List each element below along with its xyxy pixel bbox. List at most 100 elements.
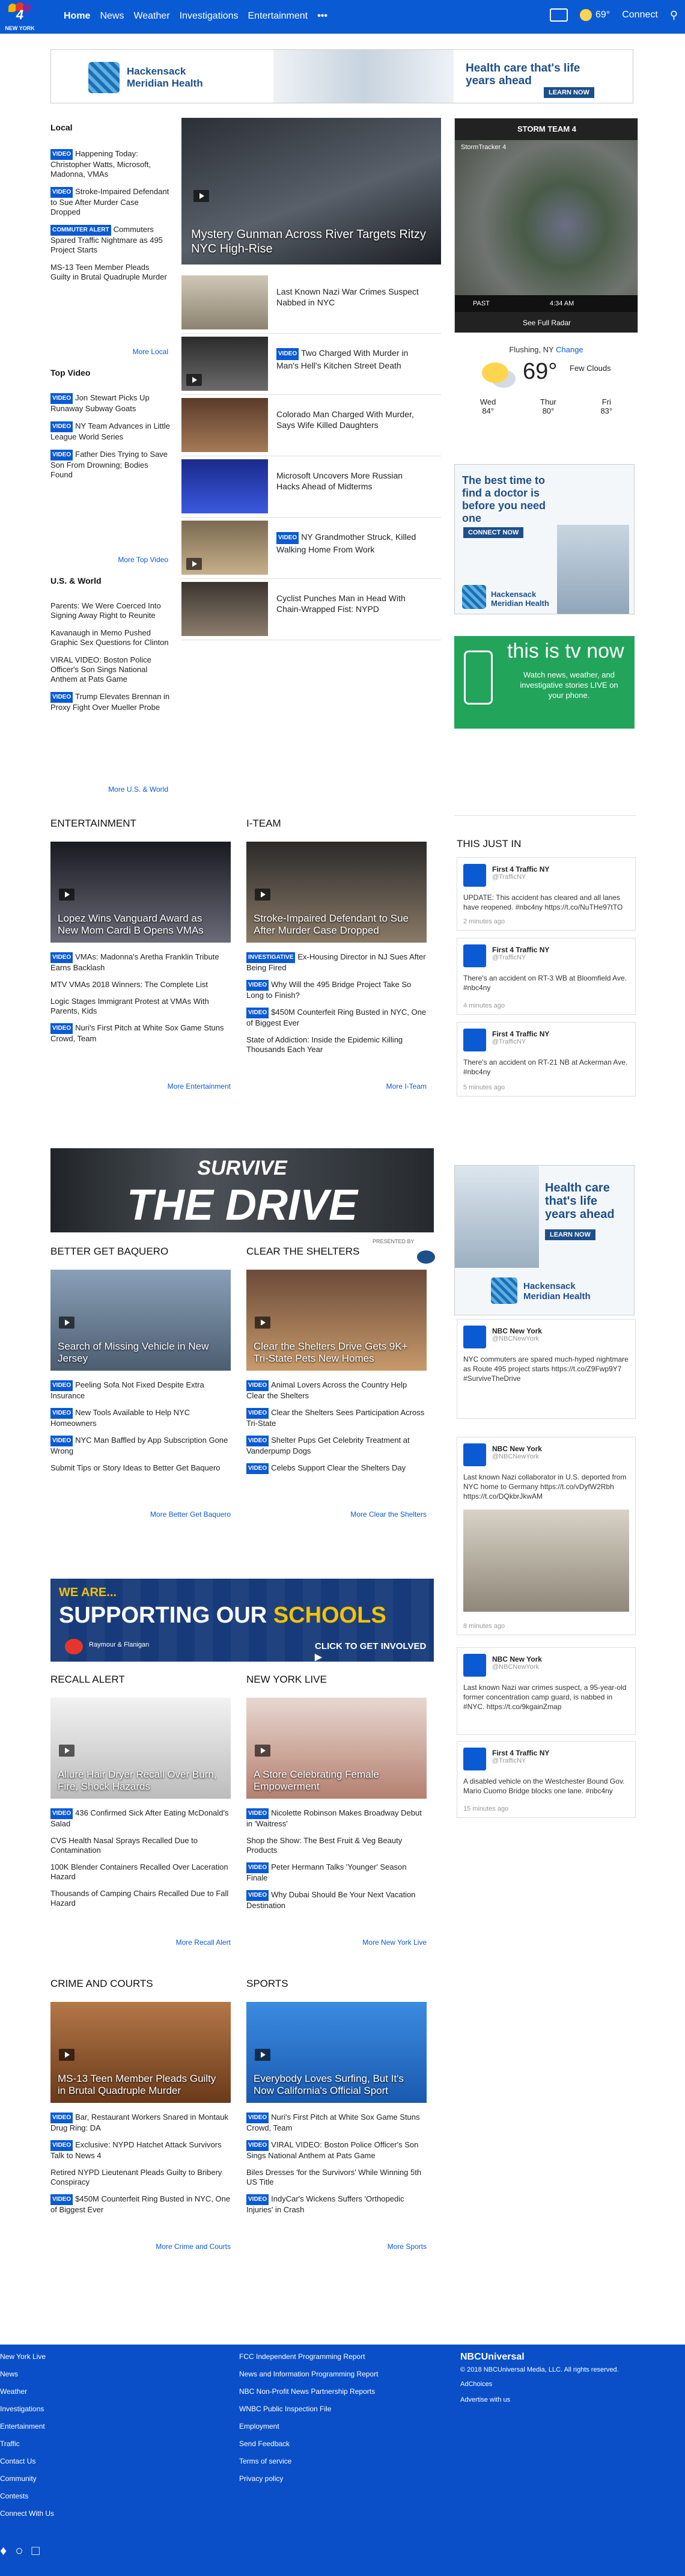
survive-the-drive-banner[interactable]: SURVIVE THE DRIVE bbox=[50, 1148, 434, 1232]
tweet-author[interactable]: NBC New York bbox=[492, 1327, 542, 1335]
list-item[interactable]: VIDEO Why Will the 495 Bridge Project Tak… bbox=[246, 980, 427, 1000]
ent-lead-story[interactable]: Lopez Wins Vanguard Award as New Mom Car… bbox=[50, 842, 231, 943]
more-us-world-link[interactable]: More U.S. & World bbox=[50, 785, 168, 794]
schools-banner[interactable]: WE ARE... SUPPORTING OUR SCHOOLS Raymour… bbox=[50, 1579, 434, 1662]
tweet-card[interactable]: First 4 Traffic NY @TrafficNY UPDATE: This… bbox=[457, 857, 636, 931]
footer-link[interactable]: Investigations bbox=[0, 2400, 54, 2418]
list-item[interactable]: VIDEO Nuri's First Pitch at White Sox Gam… bbox=[246, 2113, 427, 2133]
shelters-lead-story[interactable]: Clear the Shelters Drive Gets 9K+ Tri-St… bbox=[246, 1270, 427, 1371]
tweet-handle[interactable]: @NBCNewYork bbox=[492, 1663, 539, 1671]
list-item[interactable]: Submit Tips or Story Ideas to Better Get… bbox=[50, 1463, 231, 1473]
list-item[interactable]: Parents: We Were Coerced Into Signing Aw… bbox=[50, 601, 171, 620]
footer-link[interactable]: News and Information Programming Report bbox=[239, 2366, 378, 2383]
radar-widget[interactable]: STORM TEAM 4 StormTracker 4 PAST 4:34 AM … bbox=[454, 118, 638, 333]
list-item[interactable]: VIDEO Bar, Restaurant Workers Snared in M… bbox=[50, 2113, 231, 2133]
nav-entertainment[interactable]: Entertainment bbox=[248, 11, 308, 22]
footer-link[interactable]: Contact Us bbox=[0, 2453, 54, 2470]
recall-lead-story[interactable]: Allure Hair Dryer Recall Over Burn, Fire… bbox=[50, 1698, 231, 1799]
list-item[interactable]: VIDEO $450M Counterfeit Ring Busted in NY… bbox=[50, 2194, 231, 2215]
list-item[interactable]: VIDEO Clear the Shelters Sees Participati… bbox=[246, 1408, 427, 1428]
connect-button[interactable]: Connect bbox=[622, 10, 658, 20]
doctor-ad[interactable]: The best time to find a doctor is before… bbox=[454, 464, 635, 614]
list-item[interactable]: VIDEO Why Dubai Should Be Your Next Vacat… bbox=[246, 1890, 427, 1911]
list-item[interactable]: VIDEO Father Dies Trying to Save Son From… bbox=[50, 450, 171, 480]
footer-link[interactable]: Connect With Us bbox=[0, 2505, 54, 2522]
footer-link[interactable]: Weather bbox=[0, 2383, 54, 2400]
twitter-icon[interactable]: ♦ bbox=[0, 2543, 7, 2559]
list-item[interactable]: VIDEO Stroke-Impaired Defendant to Sue Af… bbox=[50, 187, 171, 217]
list-item[interactable]: VIDEO Shelter Pups Get Celebrity Treatmen… bbox=[246, 1436, 427, 1456]
tweet-handle[interactable]: @TrafficNY bbox=[492, 1757, 526, 1764]
story-row[interactable]: Cyclist Punches Man in Head With Chain-W… bbox=[181, 582, 421, 636]
story-row[interactable]: Last Known Nazi War Crimes Suspect Nabbe… bbox=[181, 275, 421, 329]
tweet-card[interactable]: NBC New York @NBCNewYork Last known Nazi c… bbox=[457, 1437, 636, 1635]
lead-story[interactable]: Mystery Gunman Across River Targets Ritz… bbox=[181, 118, 441, 265]
nylive-section-title[interactable]: NEW YORK LIVE bbox=[246, 1674, 327, 1686]
footer-link[interactable]: Contests bbox=[0, 2488, 54, 2505]
footer-link[interactable]: Employment bbox=[239, 2418, 378, 2435]
footer-link[interactable]: Send Feedback bbox=[239, 2435, 378, 2453]
top-banner-ad[interactable]: Hackensack Meridian Health Health care t… bbox=[50, 49, 633, 103]
footer-link[interactable]: Privacy policy bbox=[239, 2470, 378, 2488]
search-icon[interactable]: ⚲ bbox=[670, 9, 678, 22]
instagram-icon[interactable]: ○ bbox=[15, 2543, 23, 2559]
footer-link[interactable]: Entertainment bbox=[0, 2418, 54, 2435]
list-item[interactable]: Logic Stages Immigrant Protest at VMAs W… bbox=[50, 997, 231, 1016]
footer-link[interactable]: FCC Independent Programming Report bbox=[239, 2348, 378, 2366]
tweet-handle[interactable]: @TrafficNY bbox=[492, 873, 526, 881]
shelters-section-title[interactable]: CLEAR THE SHELTERS bbox=[246, 1246, 359, 1258]
tweet-card[interactable]: First 4 Traffic NY @TrafficNY There's an a… bbox=[457, 938, 636, 1015]
nbc4-logo[interactable]: 4 NEW YORK bbox=[5, 2, 35, 31]
nav-news[interactable]: News bbox=[100, 11, 124, 22]
advertise-link[interactable]: Advertise with us bbox=[460, 2396, 510, 2403]
crime-more-link[interactable]: More Crime and Courts bbox=[50, 2242, 231, 2251]
nav-weather[interactable]: Weather bbox=[133, 11, 169, 22]
list-item[interactable]: Kavanaugh in Memo Pushed Graphic Sex Que… bbox=[50, 628, 171, 647]
more-top-video-link[interactable]: More Top Video bbox=[50, 555, 168, 564]
radar-timeline[interactable]: PAST 4:34 AM bbox=[455, 295, 638, 312]
list-item[interactable]: Biles Dresses 'for the Survivors' While … bbox=[246, 2168, 427, 2187]
adchoices-link[interactable]: AdChoices bbox=[460, 2381, 492, 2388]
nylive-lead-story[interactable]: A Store Celebrating Female Empowerment bbox=[246, 1698, 427, 1799]
tweet-author[interactable]: First 4 Traffic NY bbox=[492, 865, 549, 873]
nbcuniversal-logo[interactable]: NBCUniversal bbox=[460, 2352, 525, 2363]
recall-more-link[interactable]: More Recall Alert bbox=[50, 1938, 231, 1947]
list-item[interactable]: VIDEO VMAs: Madonna's Aretha Franklin Tri… bbox=[50, 952, 231, 973]
footer-link[interactable]: WNBC Public Inspection File bbox=[239, 2400, 378, 2418]
list-item[interactable]: VIDEO NYC Man Baffled by App Subscription… bbox=[50, 1436, 231, 1456]
tweet-author[interactable]: NBC New York bbox=[492, 1445, 542, 1453]
list-item[interactable]: Shop the Show: The Best Fruit & Veg Beau… bbox=[246, 1836, 427, 1855]
list-item[interactable]: VIDEO Peeling Sofa Not Fixed Despite Extr… bbox=[50, 1380, 231, 1401]
list-item[interactable]: Retired NYPD Lieutenant Pleads Guilty to… bbox=[50, 2168, 231, 2187]
shelters-more-link[interactable]: More Clear the Shelters bbox=[246, 1510, 427, 1519]
see-full-radar-link[interactable]: See Full Radar bbox=[455, 313, 638, 332]
footer-link[interactable]: New York Live bbox=[0, 2348, 54, 2366]
tweet-author[interactable]: First 4 Traffic NY bbox=[492, 1030, 549, 1038]
change-location-link[interactable]: Change bbox=[556, 345, 583, 354]
baquero-section-title[interactable]: BETTER GET BAQUERO bbox=[50, 1246, 168, 1258]
ad-cta-button[interactable]: LEARN NOW bbox=[544, 87, 594, 98]
tweet-handle[interactable]: @NBCNewYork bbox=[492, 1453, 539, 1460]
tv-now-ad[interactable]: this is tv now Watch news, weather, and … bbox=[454, 636, 635, 729]
ad-cta-button[interactable]: LEARN NOW bbox=[545, 1229, 595, 1240]
tweet-handle[interactable]: @TrafficNY bbox=[492, 1038, 526, 1045]
list-item[interactable]: VIDEO VIRAL VIDEO: Boston Police Officer'… bbox=[246, 2140, 427, 2161]
list-item[interactable]: COMMUTER ALERT Commuters Spared Traffic N… bbox=[50, 225, 171, 255]
nylive-more-link[interactable]: More New York Live bbox=[246, 1938, 427, 1947]
tweet-handle[interactable]: @NBCNewYork bbox=[492, 1335, 539, 1342]
sponsor-logo[interactable] bbox=[417, 1250, 435, 1264]
tv-icon[interactable] bbox=[550, 8, 568, 22]
iteam-section-title[interactable]: I-TEAM bbox=[246, 818, 281, 830]
list-item[interactable]: VIDEO Nuri's First Pitch at White Sox Gam… bbox=[50, 1023, 231, 1044]
list-item[interactable]: VIDEO Nicolette Robinson Makes Broadway D… bbox=[246, 1808, 427, 1829]
iteam-lead-story[interactable]: Stroke-Impaired Defendant to Sue After M… bbox=[246, 842, 427, 943]
list-item[interactable]: VIDEO Exclusive: NYPD Hatchet Attack Surv… bbox=[50, 2140, 231, 2161]
sports-section-title[interactable]: SPORTS bbox=[246, 1978, 288, 1990]
get-involved-link[interactable]: CLICK TO GET INVOLVED ▶ bbox=[315, 1641, 434, 1662]
footer-link[interactable]: Community bbox=[0, 2470, 54, 2488]
list-item[interactable]: VIDEO Trump Elevates Brennan in Proxy Fig… bbox=[50, 692, 171, 712]
list-item[interactable]: VIDEO Peter Hermann Talks 'Younger' Seaso… bbox=[246, 1862, 427, 1883]
list-item[interactable]: VIDEO Jon Stewart Picks Up Runaway Subway… bbox=[50, 393, 171, 414]
story-thumbnail[interactable] bbox=[181, 582, 268, 636]
crime-section-title[interactable]: CRIME AND COURTS bbox=[50, 1978, 153, 1990]
